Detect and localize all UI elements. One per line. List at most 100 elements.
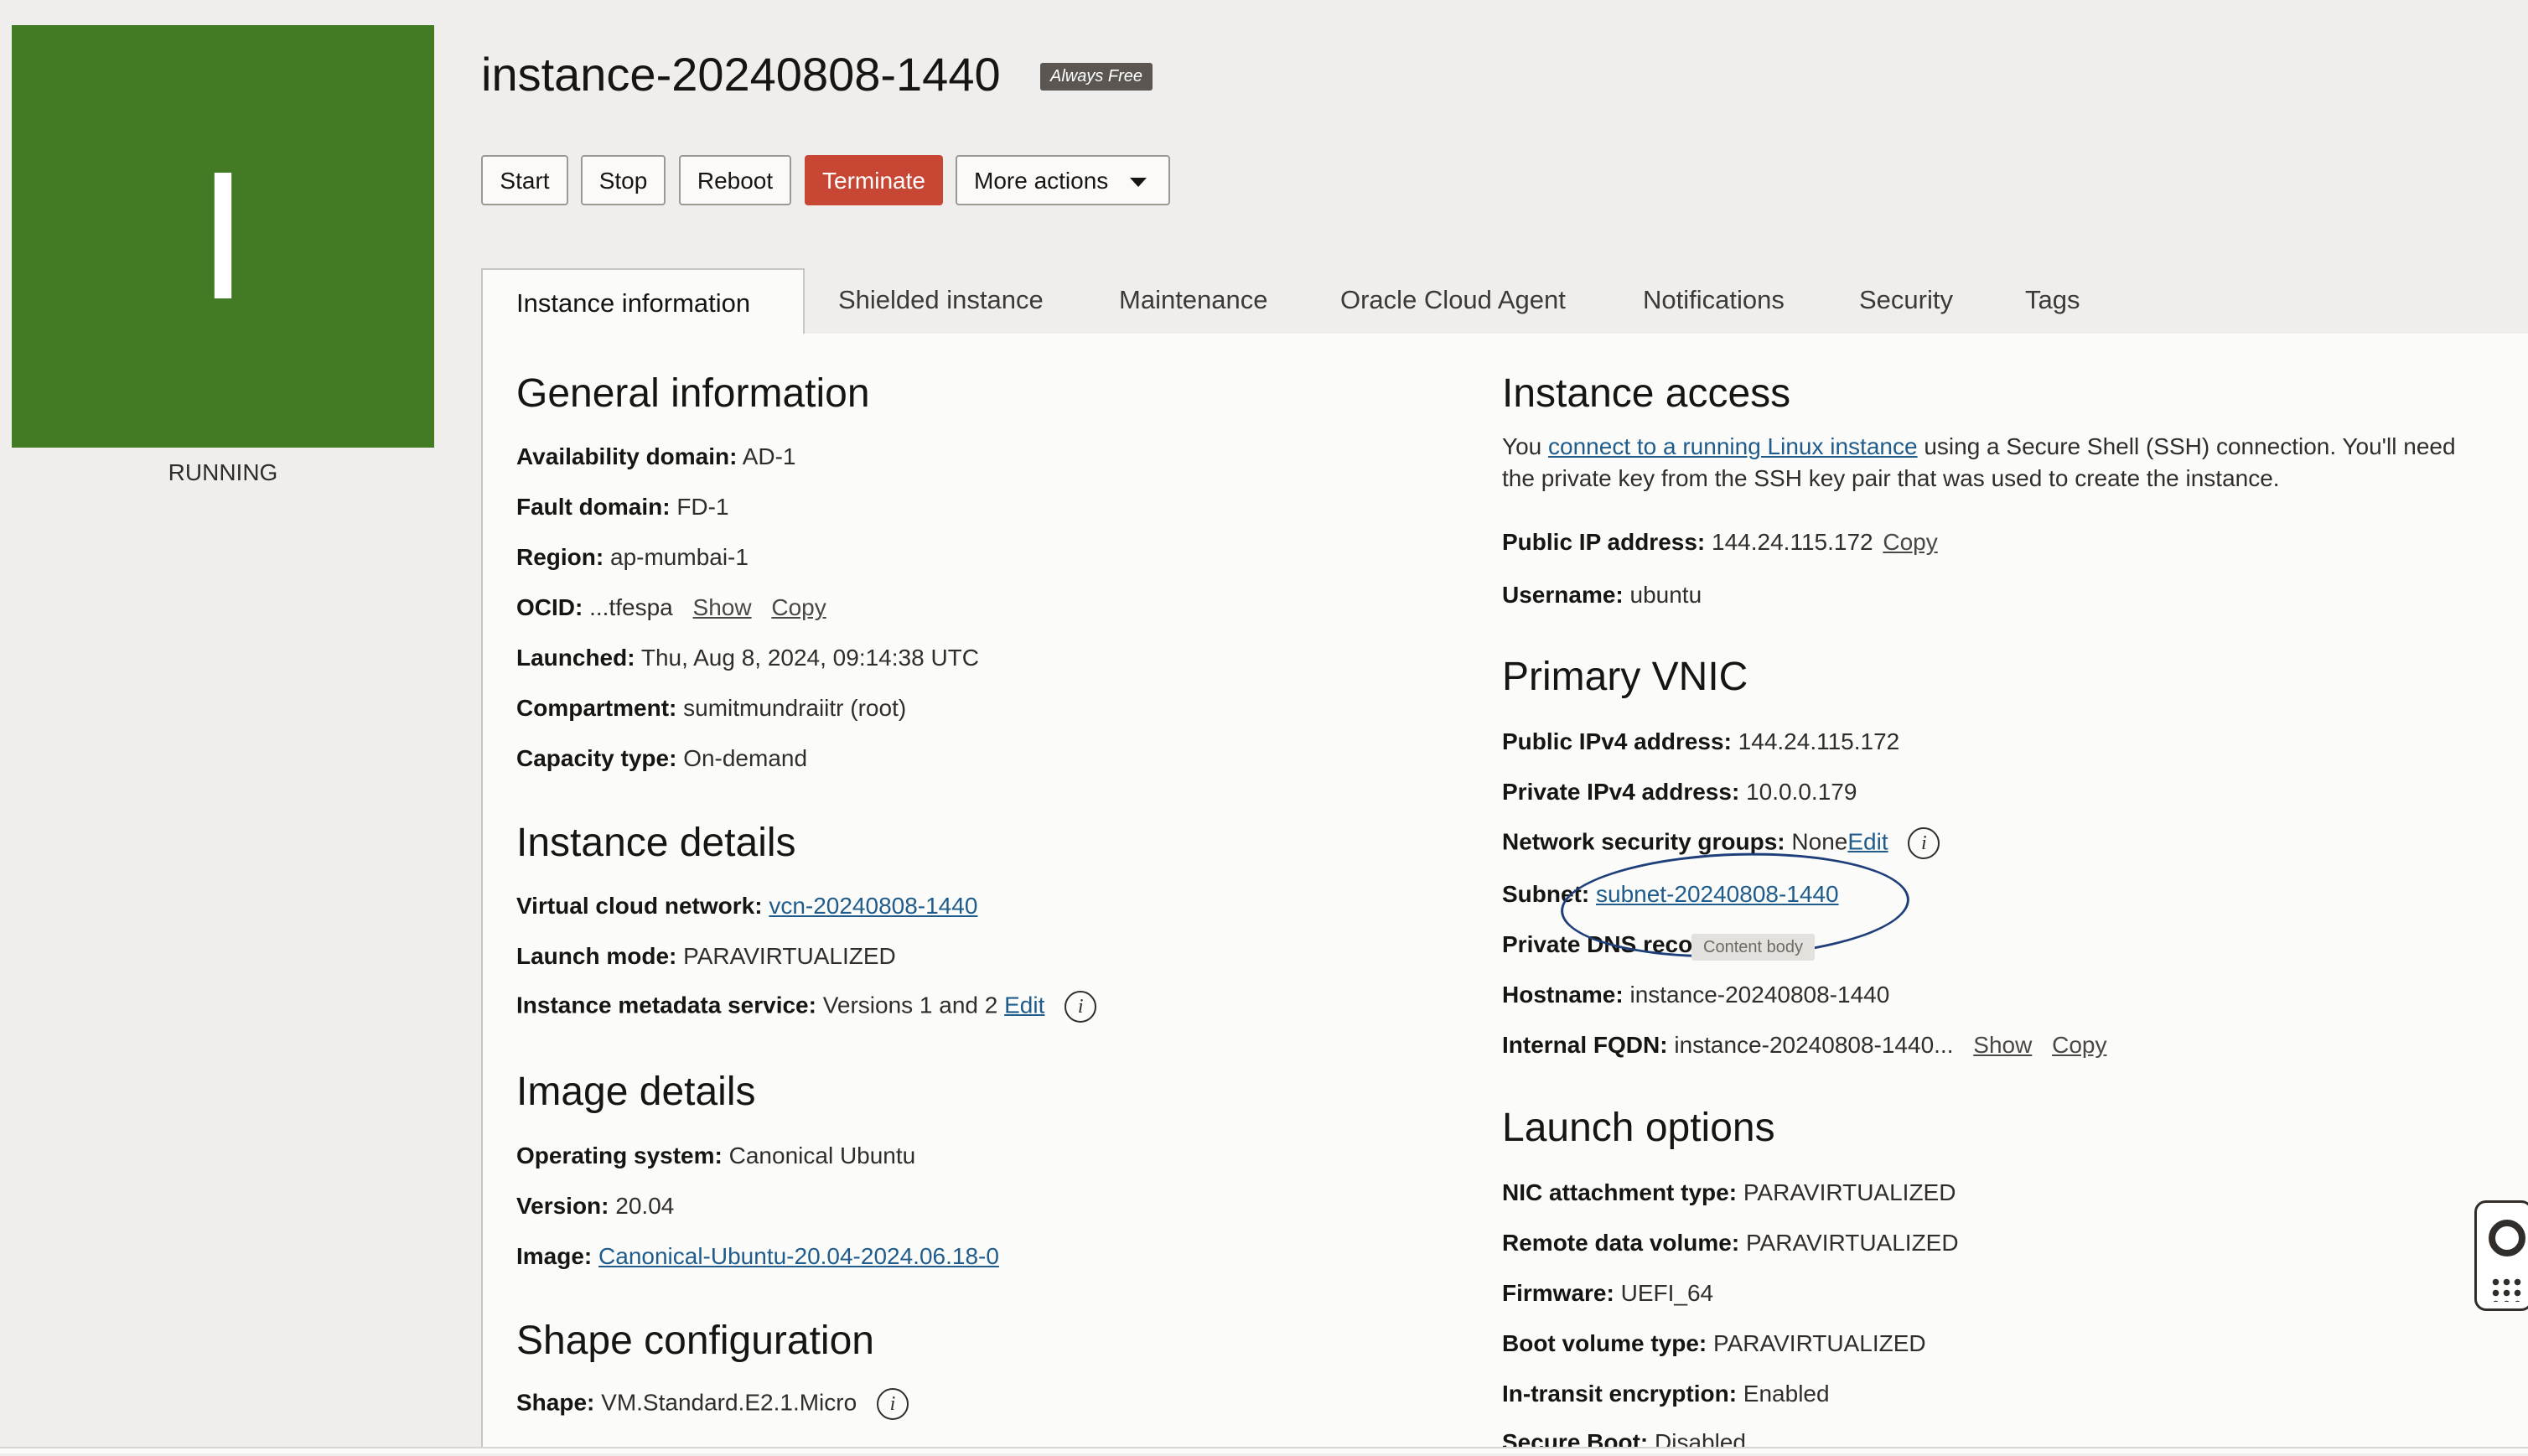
- tab-tags[interactable]: Tags: [2025, 285, 2080, 315]
- instance-status-tile: I: [12, 25, 434, 448]
- public-ipv4-row: Public IPv4 address: 144.24.115.172: [1502, 728, 1899, 755]
- compartment-label: Compartment:: [516, 695, 677, 721]
- fqdn-value: instance-20240808-1440...: [1674, 1032, 1954, 1058]
- always-free-badge: Always Free: [1040, 63, 1153, 91]
- fqdn-show-link[interactable]: Show: [1973, 1032, 2032, 1058]
- ocid-show-link[interactable]: Show: [693, 594, 752, 620]
- instance-access-description: You connect to a running Linux instance …: [1502, 431, 2458, 495]
- nsg-edit-link[interactable]: Edit: [1847, 828, 1888, 854]
- metadata-edit-link[interactable]: Edit: [1004, 992, 1044, 1018]
- fqdn-row: Internal FQDN: instance-20240808-1440...…: [1502, 1032, 2106, 1059]
- instance-status-label: RUNNING: [168, 459, 278, 485]
- remote-data-volume-value: PARAVIRTUALIZED: [1745, 1230, 1959, 1256]
- firmware-value: UEFI_64: [1620, 1280, 1714, 1306]
- public-ip-value: 144.24.115.172: [1712, 529, 1873, 555]
- capacity-type-label: Capacity type:: [516, 745, 677, 771]
- os-value: Canonical Ubuntu: [728, 1143, 916, 1168]
- terminate-button[interactable]: Terminate: [805, 155, 943, 205]
- availability-domain-value: AD-1: [742, 443, 796, 469]
- lifebuoy-icon[interactable]: [2489, 1220, 2525, 1257]
- info-icon[interactable]: i: [1065, 991, 1097, 1023]
- image-label: Image:: [516, 1243, 593, 1269]
- version-label: Version:: [516, 1193, 609, 1219]
- username-row: Username: ubuntu: [1502, 582, 1702, 609]
- metadata-service-row: Instance metadata service: Versions 1 an…: [516, 991, 1097, 1023]
- os-label: Operating system:: [516, 1143, 723, 1168]
- in-transit-encryption-row: In-transit encryption: Enabled: [1502, 1381, 1830, 1407]
- nic-attachment-value: PARAVIRTUALIZED: [1743, 1179, 1956, 1205]
- tab-instance-information[interactable]: Instance information: [481, 268, 805, 335]
- public-ip-copy-link[interactable]: Copy: [1883, 529, 1937, 555]
- shape-value: VM.Standard.E2.1.Micro: [601, 1389, 857, 1416]
- access-text-prefix: You: [1502, 433, 1549, 459]
- page-title: instance-20240808-1440: [481, 48, 1001, 101]
- tab-oracle-cloud-agent[interactable]: Oracle Cloud Agent: [1340, 285, 1566, 315]
- info-icon[interactable]: i: [876, 1388, 909, 1420]
- nsg-value: None: [1791, 828, 1848, 855]
- instance-access-heading: Instance access: [1502, 371, 1791, 416]
- boot-volume-label: Boot volume type:: [1502, 1330, 1707, 1356]
- fault-domain-row: Fault domain: FD-1: [516, 494, 729, 521]
- bottom-strip: [0, 1448, 2528, 1453]
- more-actions-button[interactable]: More actions: [956, 155, 1170, 205]
- connect-linux-link[interactable]: connect to a running Linux instance: [1548, 433, 1918, 459]
- availability-domain-label: Availability domain:: [516, 443, 738, 469]
- image-details-heading: Image details: [516, 1070, 756, 1114]
- help-widget[interactable]: [2474, 1200, 2528, 1311]
- in-transit-encryption-value: Enabled: [1743, 1381, 1830, 1407]
- capacity-type-value: On-demand: [683, 745, 808, 771]
- capacity-type-row: Capacity type: On-demand: [516, 745, 807, 772]
- metadata-service-value: Versions 1 and 2: [822, 992, 998, 1018]
- image-row: Image: Canonical-Ubuntu-20.04-2024.06.18…: [516, 1243, 999, 1270]
- version-value: 20.04: [615, 1193, 675, 1219]
- region-value: ap-mumbai-1: [610, 544, 749, 570]
- fault-domain-label: Fault domain:: [516, 494, 671, 520]
- tab-maintenance[interactable]: Maintenance: [1119, 285, 1268, 315]
- reboot-button[interactable]: Reboot: [679, 155, 791, 205]
- compartment-value: sumitmundraiitr (root): [683, 695, 907, 721]
- ocid-copy-link[interactable]: Copy: [771, 594, 826, 620]
- username-value: ubuntu: [1629, 582, 1702, 608]
- nic-attachment-label: NIC attachment type:: [1502, 1179, 1738, 1205]
- vcn-link[interactable]: vcn-20240808-1440: [769, 893, 977, 919]
- ocid-label: OCID:: [516, 594, 583, 620]
- instance-details-heading: Instance details: [516, 821, 796, 865]
- fqdn-label: Internal FQDN:: [1502, 1032, 1668, 1058]
- public-ip-row: Public IP address: 144.24.115.172 Copy: [1502, 529, 1938, 556]
- caret-down-icon: [1130, 178, 1147, 187]
- tab-security[interactable]: Security: [1859, 285, 1953, 315]
- launch-mode-value: PARAVIRTUALIZED: [683, 943, 896, 969]
- tab-shielded-instance[interactable]: Shielded instance: [838, 285, 1044, 315]
- stop-button[interactable]: Stop: [581, 155, 666, 205]
- hostname-value: instance-20240808-1440: [1629, 982, 1890, 1008]
- version-row: Version: 20.04: [516, 1193, 674, 1220]
- grid-icon[interactable]: [2490, 1277, 2524, 1302]
- general-information-heading: General information: [516, 371, 870, 416]
- info-icon[interactable]: i: [1908, 827, 1940, 859]
- os-row: Operating system: Canonical Ubuntu: [516, 1143, 915, 1169]
- tab-notifications[interactable]: Notifications: [1643, 285, 1785, 315]
- firmware-row: Firmware: UEFI_64: [1502, 1280, 1713, 1307]
- username-label: Username:: [1502, 582, 1624, 608]
- fqdn-copy-link[interactable]: Copy: [2052, 1032, 2106, 1058]
- private-ipv4-label: Private IPv4 address:: [1502, 779, 1740, 805]
- public-ipv4-label: Public IPv4 address:: [1502, 728, 1732, 754]
- launched-value: Thu, Aug 8, 2024, 09:14:38 UTC: [640, 645, 979, 671]
- start-button[interactable]: Start: [481, 155, 568, 205]
- shape-row: Shape: VM.Standard.E2.1.Micro i: [516, 1388, 909, 1420]
- availability-domain-row: Availability domain: AD-1: [516, 443, 796, 470]
- nic-attachment-row: NIC attachment type: PARAVIRTUALIZED: [1502, 1179, 1956, 1206]
- launched-row: Launched: Thu, Aug 8, 2024, 09:14:38 UTC: [516, 645, 979, 671]
- boot-volume-row: Boot volume type: PARAVIRTUALIZED: [1502, 1330, 1926, 1357]
- in-transit-encryption-label: In-transit encryption:: [1502, 1381, 1738, 1407]
- metadata-service-label: Instance metadata service:: [516, 992, 816, 1018]
- region-label: Region:: [516, 544, 604, 570]
- image-link[interactable]: Canonical-Ubuntu-20.04-2024.06.18-0: [598, 1243, 999, 1269]
- hostname-label: Hostname:: [1502, 982, 1624, 1008]
- launched-label: Launched:: [516, 645, 635, 671]
- launch-options-heading: Launch options: [1502, 1106, 1775, 1150]
- public-ipv4-value: 144.24.115.172: [1738, 728, 1900, 754]
- ocid-value: ...tfespa: [589, 594, 673, 620]
- launch-mode-label: Launch mode:: [516, 943, 677, 969]
- vcn-label: Virtual cloud network:: [516, 893, 763, 919]
